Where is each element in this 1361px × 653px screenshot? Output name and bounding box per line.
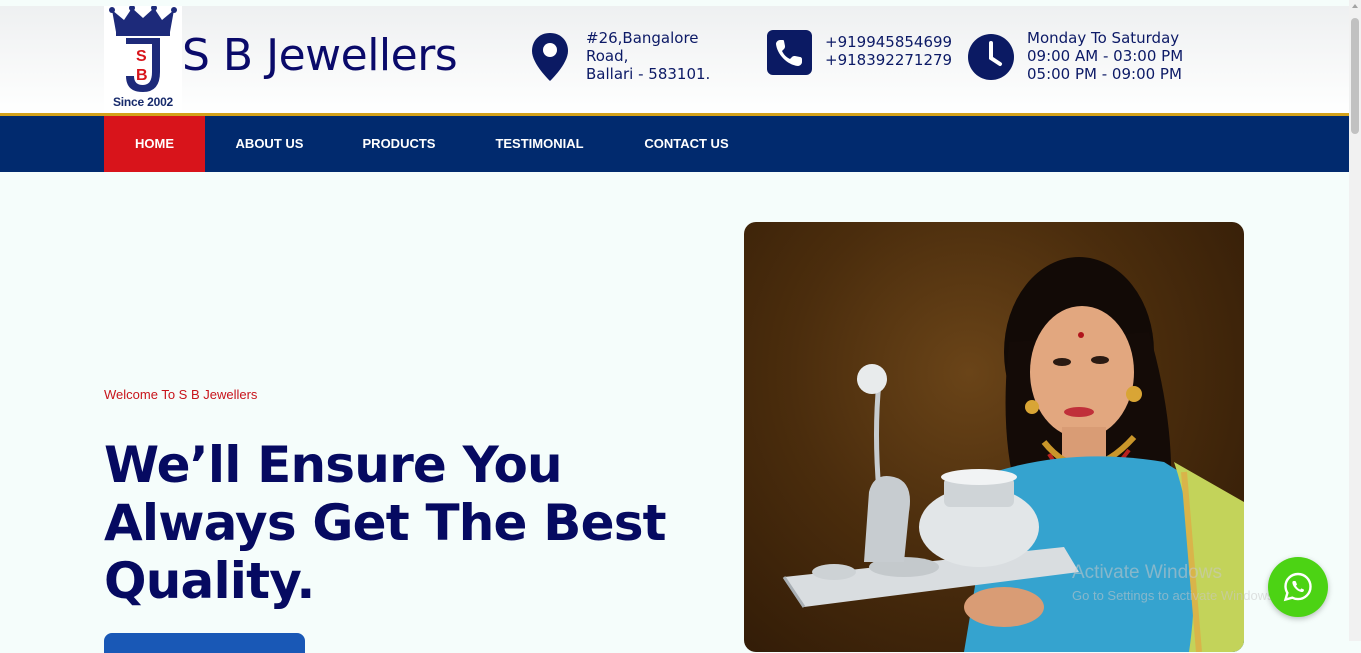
logo[interactable]: S B Since 2002 (104, 6, 182, 114)
address-line: Road, (586, 47, 629, 65)
phone-icon (767, 30, 812, 75)
svg-text:S: S (136, 48, 147, 65)
watermark-line-2: Go to Settings to activate Windows. (1072, 588, 1278, 603)
brand-name[interactable]: S B Jewellers (182, 30, 458, 81)
scroll-up-arrow-icon[interactable] (1352, 4, 1358, 8)
hero-cta-button[interactable] (104, 633, 305, 653)
nav-about-us[interactable]: ABOUT US (221, 116, 318, 172)
nav-products[interactable]: PRODUCTS (350, 116, 448, 172)
header-bar: S B Since 2002 S B Jewellers #26,Bangalo… (0, 6, 1349, 114)
location-pin-icon (532, 33, 568, 81)
activate-windows-watermark: Activate Windows Go to Settings to activ… (1072, 562, 1277, 603)
clock-icon (968, 34, 1014, 80)
nav-testimonial[interactable]: TESTIMONIAL (482, 116, 597, 172)
logo-since-text: Since 2002 (112, 95, 174, 109)
hours-morning: 09:00 AM - 03:00 PM (1027, 47, 1184, 65)
svg-text:B: B (136, 67, 148, 84)
hours-evening: 05:00 PM - 09:00 PM (1027, 65, 1182, 83)
whatsapp-icon (1283, 572, 1312, 602)
nav-contact-us[interactable]: CONTACT US (630, 116, 743, 172)
hero-title: We’ll Ensure You Always Get The Best Qua… (104, 436, 667, 610)
hero-kicker: Welcome To S B Jewellers (104, 387, 258, 402)
opening-hours: Monday To Saturday 09:00 AM - 03:00 PM 0… (1027, 29, 1183, 83)
crown-logo-icon: S B (109, 6, 177, 92)
main-navbar: HOME ABOUT US PRODUCTS TESTIMONIAL CONTA… (0, 113, 1349, 172)
address-line: #26,Bangalore (586, 29, 699, 47)
address-line: Ballari - 583101. (586, 65, 711, 83)
address-text: #26,Bangalore Road, Ballari - 583101. (586, 29, 710, 83)
scrollbar-thumb[interactable] (1351, 18, 1359, 134)
phone-numbers: +919945854699 +918392271279 (825, 33, 952, 69)
phone-number-1[interactable]: +919945854699 (825, 33, 952, 51)
whatsapp-button[interactable] (1268, 557, 1328, 617)
phone-number-2[interactable]: +918392271279 (825, 51, 952, 69)
watermark-line-1: Activate Windows (1072, 562, 1222, 583)
nav-home[interactable]: HOME (104, 116, 205, 172)
hours-days: Monday To Saturday (1027, 29, 1180, 47)
page-scrollbar[interactable] (1349, 0, 1361, 641)
